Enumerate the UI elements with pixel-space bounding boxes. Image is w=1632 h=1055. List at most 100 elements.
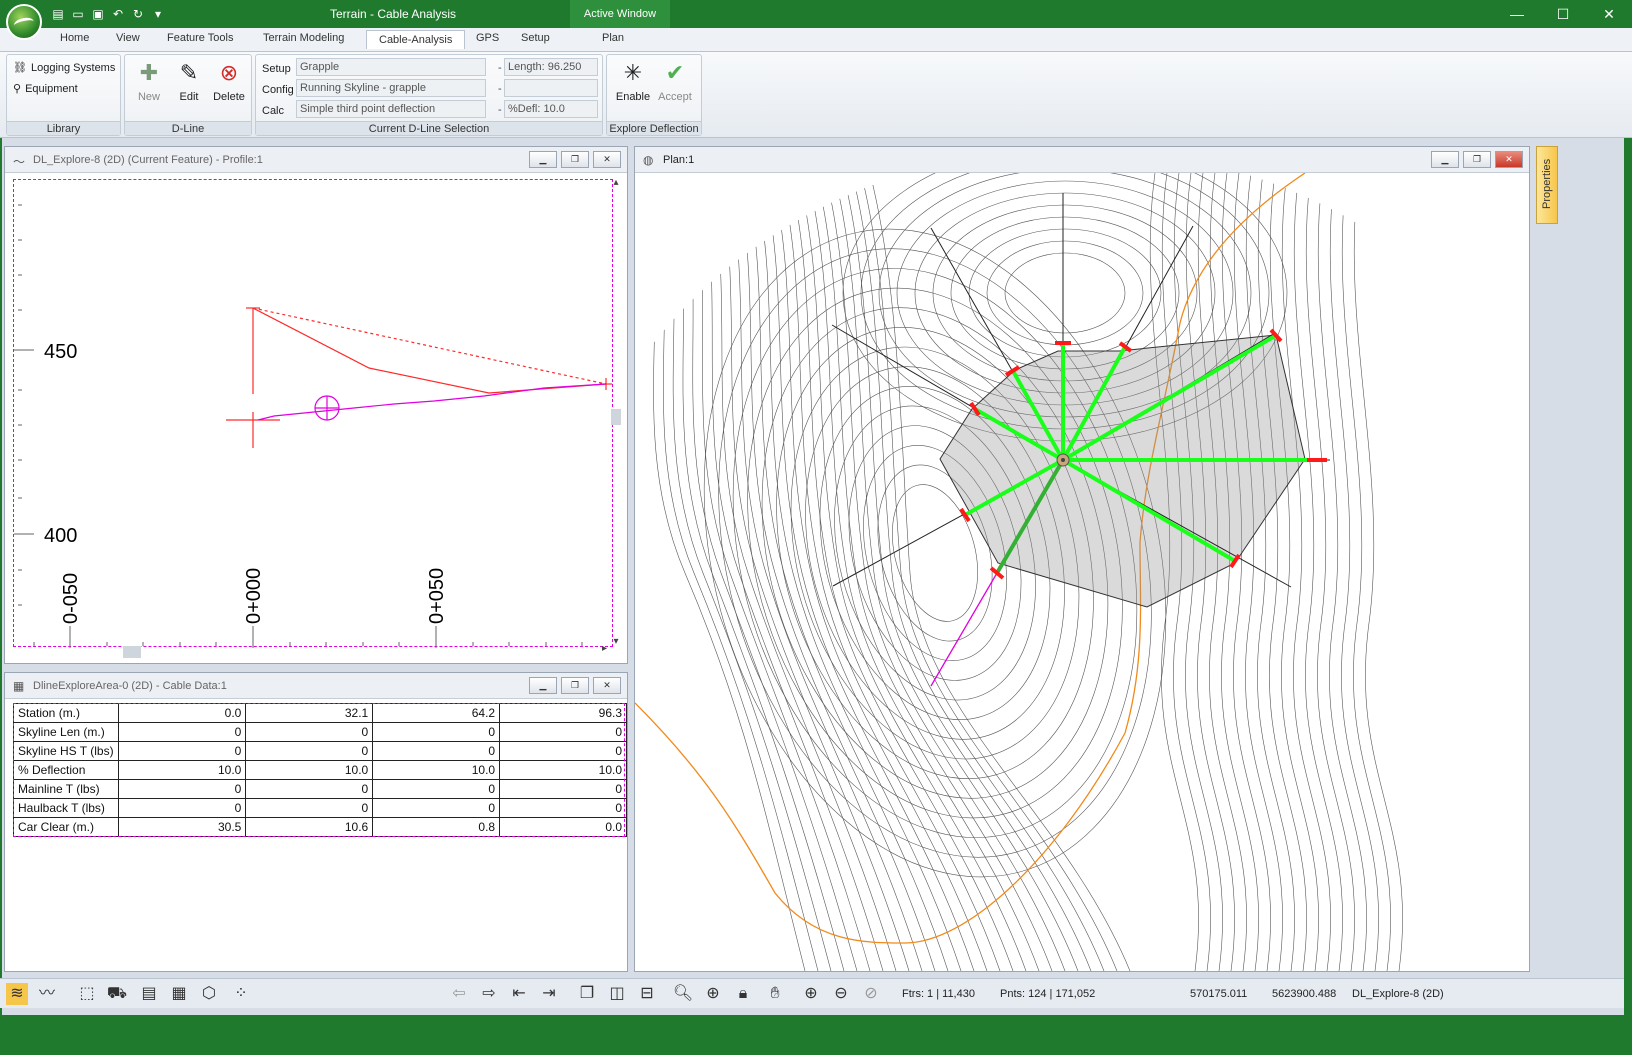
table-cell[interactable]: 0	[372, 741, 501, 761]
accept-button[interactable]: ✔ Accept	[655, 59, 695, 103]
zoom-extents-icon[interactable]: ⊕	[702, 983, 724, 1005]
profile-hscroll-thumb[interactable]	[123, 646, 141, 658]
table-cell[interactable]: 0	[372, 779, 501, 799]
profile-hscrollbar[interactable]: ▸	[13, 643, 607, 659]
delete-dline-button[interactable]: ⊗ Delete	[209, 59, 249, 103]
tile-horizontal-icon[interactable]: ⊟	[636, 983, 658, 1005]
profile-canvas[interactable]: 450 400 0-050 0+000 0+050	[13, 179, 613, 648]
row-label[interactable]: Skyline Len (m.)	[12, 722, 120, 742]
profile-close-button[interactable]: ✕	[593, 151, 621, 168]
properties-side-tab[interactable]: Properties	[1536, 146, 1558, 224]
points-view-icon[interactable]: ⁘	[230, 983, 252, 1005]
open-folder-icon[interactable]: ▭	[70, 6, 86, 22]
enable-button[interactable]: ✳ Enable	[613, 59, 653, 103]
grid-view-icon[interactable]: ▦	[168, 983, 190, 1005]
table-cell[interactable]: 96.3	[499, 703, 627, 723]
table-cell[interactable]: 0	[245, 741, 374, 761]
zoom-out-icon[interactable]: ⊖	[830, 983, 852, 1005]
landing-center-icon[interactable]	[1056, 453, 1070, 467]
polygon-view-icon[interactable]: ⬡	[198, 983, 220, 1005]
zoom-in-icon[interactable]: ⊕	[800, 983, 822, 1005]
row-label[interactable]: Station (m.)	[12, 703, 120, 723]
nav-last-icon[interactable]: ⇥	[538, 983, 560, 1005]
profile-minimize-button[interactable]: ▁	[529, 151, 557, 168]
new-file-icon[interactable]: ▤	[50, 6, 66, 22]
logging-systems-button[interactable]: ⛓ Logging Systems	[13, 61, 115, 75]
lock-icon[interactable]: 🔒︎	[732, 983, 754, 1005]
layers-view-icon[interactable]: ▤	[138, 983, 160, 1005]
plan-minimize-button[interactable]: ▁	[1431, 151, 1459, 168]
row-label[interactable]: % Deflection	[12, 760, 120, 780]
table-cell[interactable]: 10.0	[245, 760, 374, 780]
nav-back-icon[interactable]: ⇦	[448, 983, 470, 1005]
row-label[interactable]: Car Clear (m.)	[12, 817, 120, 837]
table-cell[interactable]: 0	[372, 722, 501, 742]
row-label[interactable]: Skyline HS T (lbs)	[12, 741, 120, 761]
table-cell[interactable]: 0	[245, 798, 374, 818]
calc-field[interactable]: Simple third point deflection	[296, 100, 486, 118]
plan-close-button[interactable]: ✕	[1495, 151, 1523, 168]
table-cell[interactable]: 10.0	[372, 760, 501, 780]
table-cell[interactable]: 10.0	[118, 760, 247, 780]
tab-gps[interactable]: GPS	[476, 32, 499, 44]
close-button[interactable]: ✕	[1586, 0, 1632, 28]
table-cell[interactable]: 0	[499, 741, 627, 761]
plan-window-titlebar[interactable]: ◍ Plan:1 ▁ ❐ ✕	[635, 147, 1529, 173]
plan-restore-button[interactable]: ❐	[1463, 151, 1491, 168]
row-label[interactable]: Haulback T (lbs)	[12, 798, 120, 818]
save-icon[interactable]: ▣	[90, 6, 106, 22]
table-cell[interactable]: 0	[499, 798, 627, 818]
table-cell[interactable]: 10.6	[245, 817, 374, 837]
table-cell[interactable]: 0.8	[372, 817, 501, 837]
minimize-button[interactable]: —	[1494, 0, 1540, 28]
nav-forward-icon[interactable]: ⇨	[478, 983, 500, 1005]
table-cell[interactable]: 0.0	[118, 703, 247, 723]
profile-window-titlebar[interactable]: 〜 DL_Explore-8 (2D) (Current Feature) - …	[5, 147, 627, 173]
table-cell[interactable]: 0	[499, 779, 627, 799]
equipment-view-icon[interactable]: ⛟	[106, 983, 128, 1005]
contour-layer-icon[interactable]: ≋	[6, 983, 28, 1005]
tab-home[interactable]: Home	[60, 32, 89, 44]
new-dline-button[interactable]: ✚ New	[129, 59, 169, 103]
nav-first-icon[interactable]: ⇤	[508, 983, 530, 1005]
3d-view-icon[interactable]: ⬚	[76, 983, 98, 1005]
tab-plan[interactable]: Plan	[602, 32, 624, 44]
profile-vscroll-thumb[interactable]	[611, 409, 621, 425]
pan-hand-icon[interactable]: ✋︎	[764, 983, 786, 1005]
scroll-right-icon[interactable]: ▸	[602, 643, 607, 654]
config-field[interactable]: Running Skyline - grapple	[296, 79, 486, 97]
cable-close-button[interactable]: ✕	[593, 677, 621, 694]
table-cell[interactable]: 0	[499, 722, 627, 742]
edit-dline-button[interactable]: ✎ Edit	[169, 59, 209, 103]
redo-icon[interactable]: ↻	[130, 6, 146, 22]
cable-minimize-button[interactable]: ▁	[529, 677, 557, 694]
table-cell[interactable]: 0	[118, 722, 247, 742]
tab-view[interactable]: View	[116, 32, 140, 44]
row-label[interactable]: Mainline T (lbs)	[12, 779, 120, 799]
scroll-down-icon[interactable]: ▾	[609, 636, 623, 647]
table-cell[interactable]: 10.0	[499, 760, 627, 780]
maximize-button[interactable]: ☐	[1540, 0, 1586, 28]
profile-view-icon[interactable]: 〰	[36, 983, 58, 1005]
tab-terrain-modeling[interactable]: Terrain Modeling	[263, 32, 344, 44]
undo-icon[interactable]: ↶	[110, 6, 126, 22]
customize-qat-icon[interactable]: ▾	[150, 6, 166, 22]
setup-field[interactable]: Grapple	[296, 58, 486, 76]
equipment-button[interactable]: ⚲ Equipment	[13, 82, 78, 96]
tile-vertical-icon[interactable]: ◫	[606, 983, 628, 1005]
table-cell[interactable]: 64.2	[372, 703, 501, 723]
plan-map[interactable]	[635, 173, 1529, 971]
table-cell[interactable]: 0	[245, 779, 374, 799]
table-cell[interactable]: 30.5	[118, 817, 247, 837]
table-cell[interactable]: 0	[245, 722, 374, 742]
tab-feature-tools[interactable]: Feature Tools	[167, 32, 233, 44]
profile-vscrollbar[interactable]: ▴ ▾	[609, 177, 623, 647]
table-cell[interactable]: 0	[118, 741, 247, 761]
table-cell[interactable]: 0.0	[499, 817, 627, 837]
zoom-icon[interactable]: 🔍︎	[672, 983, 694, 1005]
zoom-previous-icon[interactable]: ⊘	[860, 983, 882, 1005]
table-cell[interactable]: 32.1	[245, 703, 374, 723]
tab-cable-analysis[interactable]: Cable-Analysis	[366, 30, 466, 49]
tab-setup[interactable]: Setup	[521, 32, 550, 44]
table-cell[interactable]: 0	[118, 779, 247, 799]
